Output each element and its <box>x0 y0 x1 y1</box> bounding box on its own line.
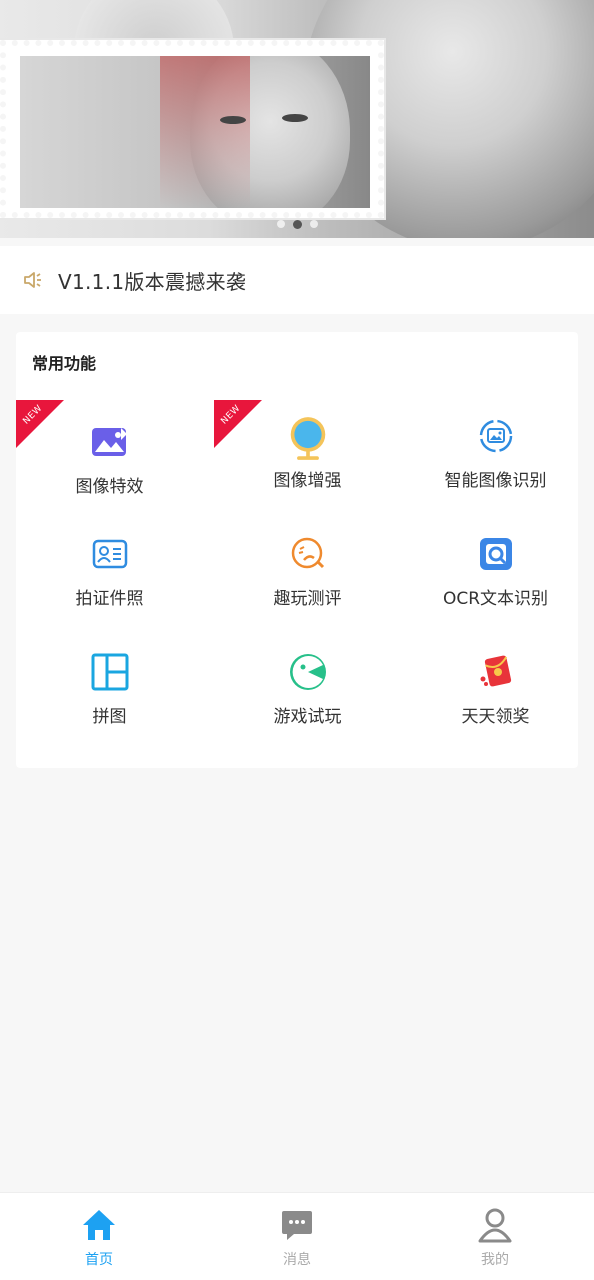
feature-game[interactable]: 游戏试玩 <box>214 652 401 732</box>
banner-carousel[interactable] <box>0 0 594 238</box>
feature-daily-reward[interactable]: 天天领奖 <box>402 652 589 732</box>
tab-label: 首页 <box>85 1252 113 1268</box>
image-effect-icon <box>90 422 130 462</box>
carousel-dot[interactable] <box>309 220 318 228</box>
feature-card: 常用功能 NEW 图像特效 NEW 图像增强 智能图像识别 拍证件照 趣玩测评 … <box>16 332 578 768</box>
feature-id-photo[interactable]: 拍证件照 <box>16 534 203 614</box>
feature-label: OCR文本识别 <box>442 589 549 609</box>
tab-profile[interactable]: 我的 <box>396 1193 594 1280</box>
mirror-enhance-icon <box>288 414 328 464</box>
section-title: 常用功能 <box>32 354 97 373</box>
tab-messages[interactable]: 消息 <box>198 1193 396 1280</box>
stamp-red-hair <box>160 56 250 208</box>
home-icon <box>81 1207 117 1243</box>
banner-stamp-photo <box>20 56 370 208</box>
feature-label: 图像增强 <box>273 471 342 491</box>
new-badge: NEW <box>214 400 262 448</box>
feature-image-effect[interactable]: NEW 图像特效 <box>16 400 203 500</box>
feature-fun-test[interactable]: 趣玩测评 <box>214 534 401 614</box>
stamp-eye-left <box>220 116 246 124</box>
carousel-indicator <box>0 219 594 229</box>
new-badge: NEW <box>16 400 64 448</box>
red-envelope-icon <box>476 652 516 692</box>
feature-label: 智能图像识别 <box>444 471 547 491</box>
image-recognition-icon <box>476 416 516 456</box>
banner-stamp-frame <box>0 40 384 218</box>
feature-label: 图像特效 <box>75 477 144 497</box>
bottom-tab-bar: 首页 消息 我的 <box>0 1192 594 1280</box>
announcement-bar[interactable]: V1.1.1版本震撼来袭 <box>0 246 594 314</box>
feature-image-recognition[interactable]: 智能图像识别 <box>402 416 589 496</box>
feature-label: 趣玩测评 <box>273 589 342 609</box>
speaker-icon <box>22 269 44 291</box>
tab-home[interactable]: 首页 <box>0 1193 198 1280</box>
announcement-text: V1.1.1版本震撼来袭 <box>58 269 247 294</box>
message-icon <box>279 1207 315 1243</box>
ocr-scan-icon <box>476 534 516 574</box>
carousel-dot[interactable] <box>276 220 285 228</box>
game-icon <box>288 652 328 692</box>
feature-label: 游戏试玩 <box>273 707 342 727</box>
feature-ocr[interactable]: OCR文本识别 <box>402 534 589 614</box>
collage-icon <box>90 652 130 692</box>
id-card-icon <box>90 534 130 574</box>
profile-icon <box>477 1207 513 1243</box>
feature-label: 拍证件照 <box>75 589 144 609</box>
feature-label: 天天领奖 <box>461 707 530 727</box>
feature-image-enhance[interactable]: NEW 图像增强 <box>214 400 401 500</box>
tab-label: 消息 <box>283 1252 311 1268</box>
feature-collage[interactable]: 拼图 <box>16 652 203 732</box>
fun-test-icon <box>288 534 328 574</box>
stamp-eye-right <box>282 114 308 122</box>
feature-label: 拼图 <box>92 707 127 727</box>
tab-label: 我的 <box>481 1252 509 1268</box>
carousel-dot-active[interactable] <box>292 219 302 229</box>
